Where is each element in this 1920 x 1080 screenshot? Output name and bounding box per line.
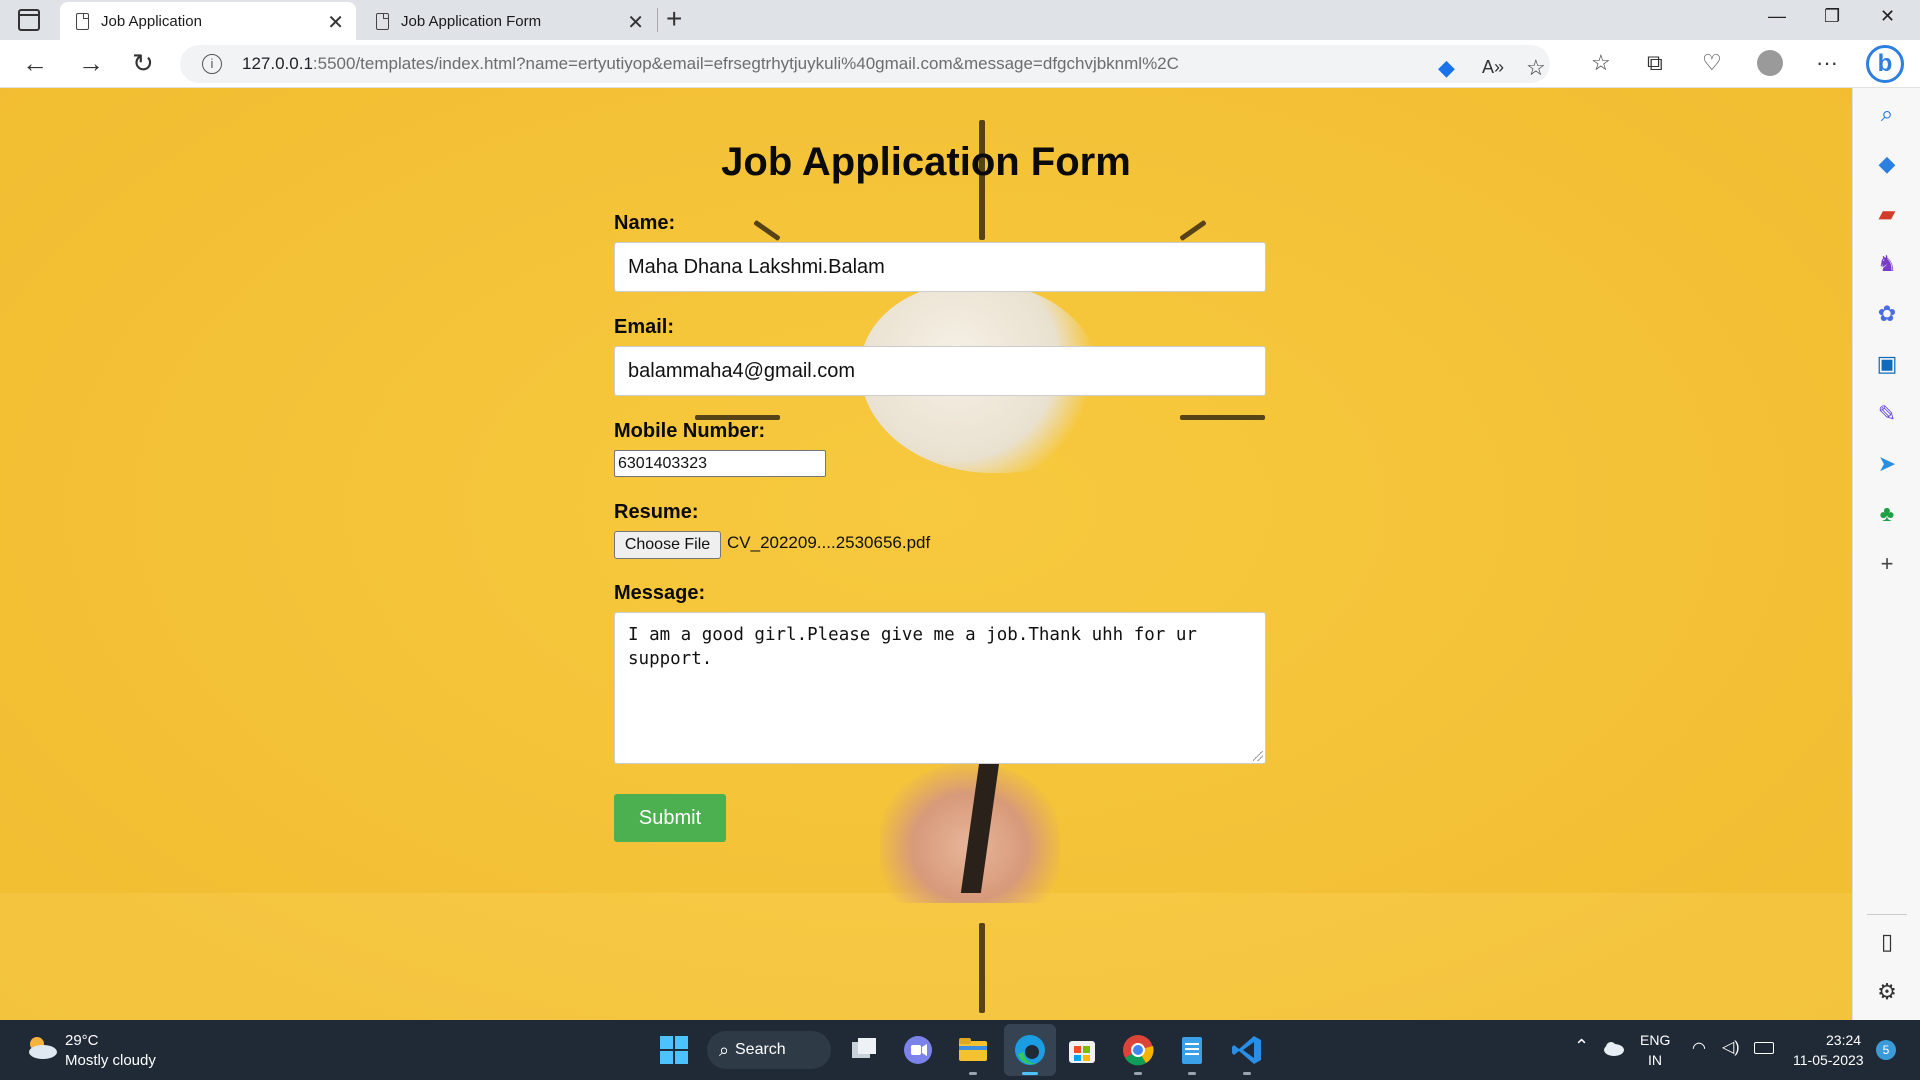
address-bar: ← → ↻ i 127.0.0.1:5500/templates/index.h…: [0, 40, 1920, 88]
taskbar-search[interactable]: ⌕ Search: [707, 1031, 831, 1069]
add-favorite-icon[interactable]: ☆: [1526, 55, 1546, 81]
message-text: I am a good girl.Please give me a job.Th…: [628, 625, 1208, 669]
coupon-icon[interactable]: ◆: [1438, 55, 1455, 81]
search-icon: ⌕: [719, 1040, 730, 1060]
settings-icon[interactable]: ⚙: [1875, 980, 1899, 1004]
briefcase-icon[interactable]: ▰: [1875, 202, 1899, 226]
tab-actions-icon[interactable]: [18, 9, 40, 31]
search-label: Search: [735, 1041, 786, 1058]
background-line: [1179, 219, 1207, 242]
message-textarea[interactable]: I am a good girl.Please give me a job.Th…: [614, 612, 1266, 764]
running-indicator: [1134, 1072, 1142, 1075]
outlook-icon[interactable]: ▣: [1875, 352, 1899, 376]
page-icon: [76, 12, 89, 30]
add-icon[interactable]: +: [1875, 552, 1899, 576]
running-indicator: [1022, 1072, 1038, 1075]
resume-label: Resume:: [614, 501, 699, 523]
tree-icon[interactable]: ♣: [1875, 502, 1899, 526]
refresh-icon[interactable]: ↻: [132, 48, 154, 79]
tab-title: Job Application Form: [401, 12, 542, 30]
split-screen-icon[interactable]: ▯: [1875, 930, 1899, 954]
vscode-icon[interactable]: [1229, 1032, 1265, 1068]
submit-button[interactable]: Submit: [614, 794, 726, 842]
clock-date[interactable]: 11-05-2023: [1793, 1052, 1864, 1068]
url-host: 127.0.0.1: [242, 54, 313, 73]
selected-file-name: CV_202209....2530656.pdf: [727, 533, 931, 552]
message-label: Message:: [614, 582, 706, 604]
profile-avatar[interactable]: [1757, 50, 1783, 76]
mobile-label: Mobile Number:: [614, 420, 766, 442]
task-view-icon[interactable]: [846, 1032, 882, 1068]
mobile-field[interactable]: 6301403323: [614, 450, 826, 477]
microsoft-store-icon[interactable]: [1064, 1032, 1100, 1068]
name-field[interactable]: Maha Dhana Lakshmi.Balam: [614, 242, 1266, 292]
tag-icon[interactable]: ◆: [1875, 152, 1899, 176]
collections-icon[interactable]: ⧉: [1647, 50, 1663, 76]
tab-job-application-form[interactable]: Job Application Form ✕: [360, 2, 656, 40]
copilot-icon[interactable]: ✿: [1875, 302, 1899, 326]
name-label: Name:: [614, 212, 676, 234]
battery-icon[interactable]: [1754, 1042, 1774, 1054]
info-icon[interactable]: i: [202, 54, 222, 74]
close-tab-icon[interactable]: ✕: [327, 10, 344, 35]
taskbar: 29°C Mostly cloudy ⌕ Search ⌃ ENG IN ◠ ◁…: [0, 1020, 1920, 1080]
choose-file-button[interactable]: Choose File: [614, 531, 721, 559]
show-hidden-icons[interactable]: ⌃: [1574, 1036, 1589, 1057]
edge-sidebar: ⌕ ◆ ▰ ♞ ✿ ▣ ✎ ➤ ♣ + ▯ ⚙: [1852, 88, 1920, 1020]
bing-chat-icon[interactable]: b: [1866, 45, 1904, 83]
notepad-icon[interactable]: [1174, 1032, 1210, 1068]
drop-icon[interactable]: ✎: [1875, 402, 1899, 426]
region-code[interactable]: IN: [1648, 1052, 1662, 1068]
resize-handle[interactable]: [1253, 751, 1263, 761]
back-icon[interactable]: ←: [22, 48, 48, 79]
tab-job-application[interactable]: Job Application ✕: [60, 2, 356, 40]
url-path: :5500/templates/index.html?name=ertyutiy…: [312, 54, 1179, 73]
notification-badge[interactable]: 5: [1876, 1040, 1896, 1060]
clock-time[interactable]: 23:24: [1826, 1032, 1861, 1048]
page-title: Job Application Form: [721, 140, 1131, 184]
chess-icon[interactable]: ♞: [1875, 252, 1899, 276]
page-icon: [376, 12, 389, 30]
language-code[interactable]: ENG: [1640, 1032, 1670, 1048]
search-icon[interactable]: ⌕: [1875, 102, 1899, 126]
restore-icon[interactable]: ❐: [1824, 6, 1840, 27]
close-tab-icon[interactable]: ✕: [627, 10, 644, 35]
wifi-icon[interactable]: ◠: [1692, 1038, 1706, 1058]
chrome-icon[interactable]: [1120, 1032, 1156, 1068]
email-label: Email:: [614, 316, 675, 338]
new-tab-button[interactable]: +: [666, 3, 682, 35]
favorites-icon[interactable]: ☆: [1591, 50, 1611, 76]
background-line: [753, 219, 781, 242]
forward-icon[interactable]: →: [78, 48, 104, 79]
background-line: [979, 923, 985, 1013]
file-explorer-icon[interactable]: [955, 1032, 991, 1068]
tab-separator: [657, 8, 658, 32]
weather-cloud-icon: [29, 1037, 57, 1059]
page-viewport: Job Application Form Name: Maha Dhana La…: [0, 88, 1852, 1020]
edge-icon[interactable]: [1012, 1032, 1048, 1068]
weather-temperature[interactable]: 29°C: [65, 1032, 99, 1049]
tab-title: Job Application: [101, 12, 202, 30]
email-field[interactable]: balammaha4@gmail.com: [614, 346, 1266, 396]
weather-condition[interactable]: Mostly cloudy: [65, 1052, 156, 1069]
more-options-icon[interactable]: ···: [1816, 50, 1838, 76]
browser-essentials-icon[interactable]: ♡: [1702, 50, 1722, 76]
background-line: [1180, 415, 1265, 420]
running-indicator: [1188, 1072, 1196, 1075]
tab-bar: Job Application ✕ Job Application Form ✕…: [0, 0, 1920, 40]
sidebar-divider: [1867, 914, 1907, 915]
onedrive-icon[interactable]: [1602, 1040, 1624, 1056]
close-window-icon[interactable]: ✕: [1880, 6, 1895, 27]
background-band: [0, 893, 1852, 1020]
running-indicator: [969, 1072, 977, 1075]
url-text: 127.0.0.1:5500/templates/index.html?name…: [242, 54, 1179, 74]
send-icon[interactable]: ➤: [1875, 452, 1899, 476]
read-aloud-icon[interactable]: A»: [1482, 57, 1504, 78]
teams-chat-icon[interactable]: [900, 1032, 936, 1068]
volume-icon[interactable]: ◁): [1722, 1037, 1740, 1057]
minimize-icon[interactable]: —: [1768, 6, 1786, 27]
start-icon[interactable]: [656, 1032, 692, 1068]
url-field[interactable]: i 127.0.0.1:5500/templates/index.html?na…: [180, 45, 1550, 83]
running-indicator: [1243, 1072, 1251, 1075]
